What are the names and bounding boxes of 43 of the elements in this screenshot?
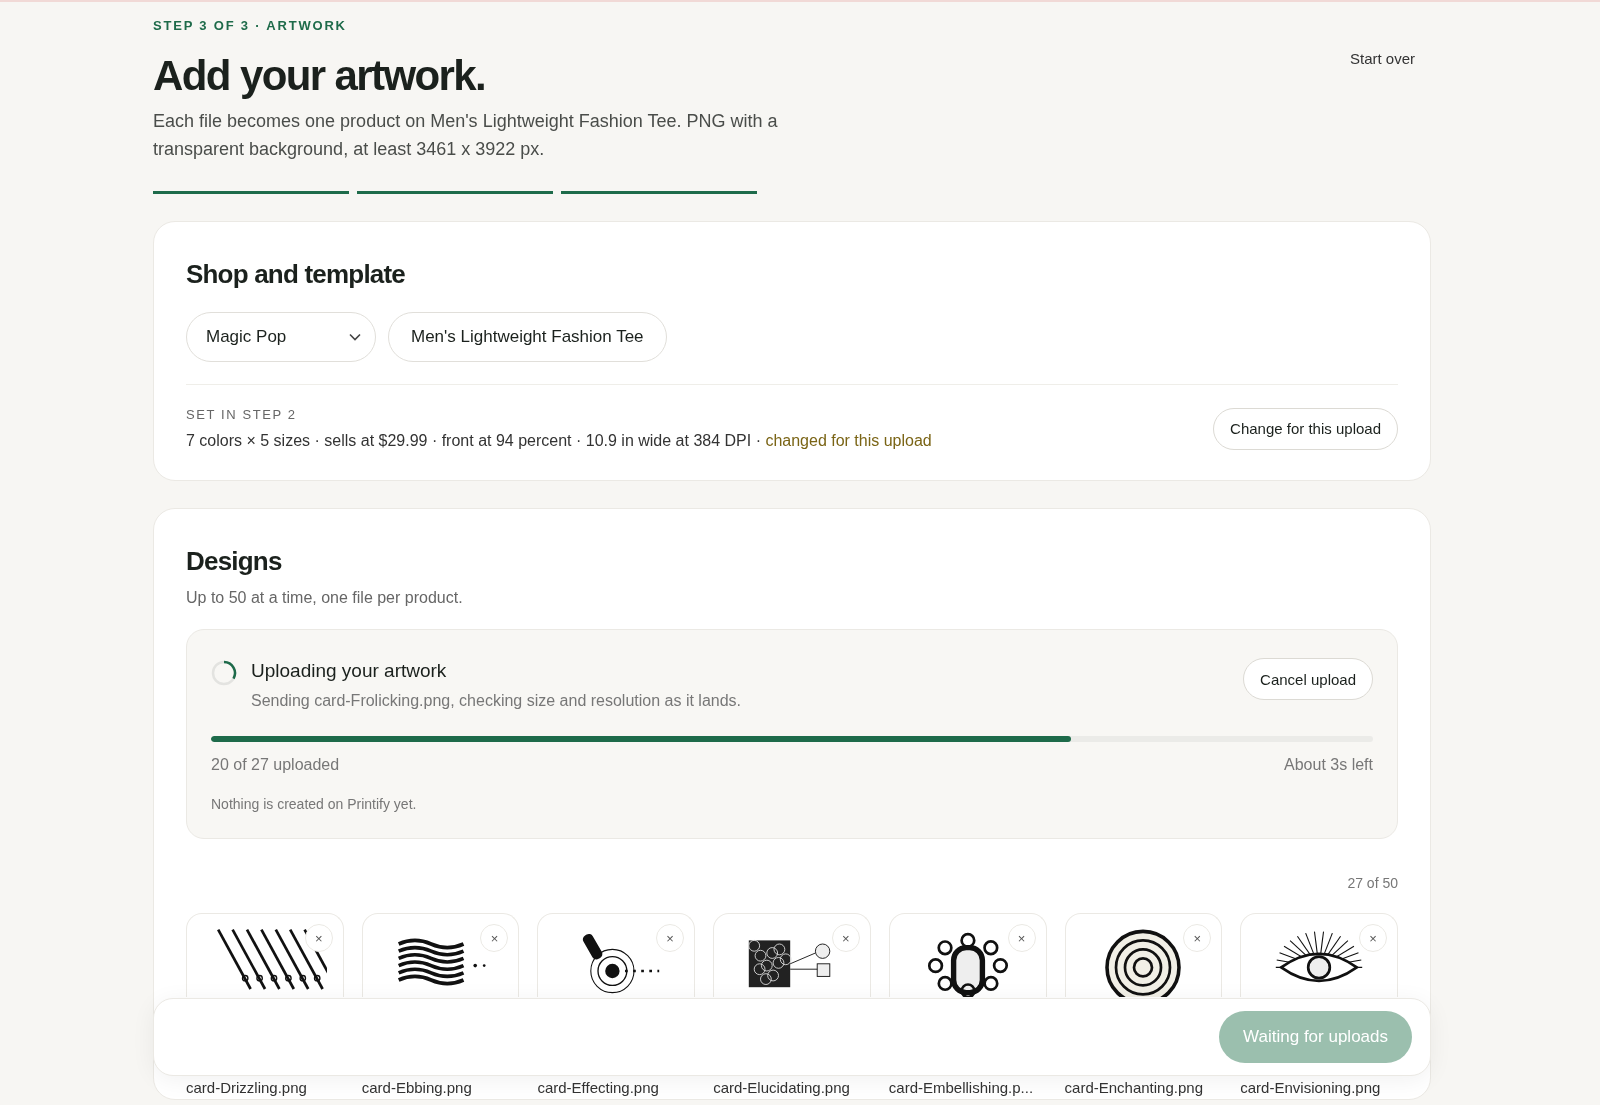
section-heading: Shop and template — [186, 258, 406, 291]
chevron-down-icon — [349, 333, 361, 341]
remove-button[interactable]: × — [304, 924, 333, 952]
start-over-link[interactable]: Start over — [1349, 50, 1415, 67]
file-name: card-Effecting.png — [537, 1079, 660, 1097]
remove-button[interactable]: × — [1359, 924, 1387, 952]
upload-note: Nothing is created on Printify yet. — [211, 796, 418, 812]
file-name: card-Elucidating.png — [713, 1079, 851, 1097]
template-chip[interactable]: Men's Lightweight Fashion Tee — [388, 312, 667, 362]
time-left: About 3s left — [1284, 756, 1373, 774]
step-label: STEP 3 OF 3 · ARTWORK — [153, 18, 348, 33]
file-name: card-Ebbing.png — [361, 1079, 473, 1097]
settings-summary: 7 colors × 5 sizes · sells at $29.99 · front at 94 percent · 10.9 in wide at 384 DPI · changed for this upload — [186, 432, 932, 450]
upload-title: Uploading your artwork — [251, 659, 448, 683]
thumbnail-card[interactable]: × — [888, 913, 1047, 997]
section-subtitle: Up to 50 at a time, one file per product. — [186, 589, 464, 607]
remove-button[interactable]: × — [831, 924, 860, 952]
upload-count: 20 of 27 uploaded — [211, 756, 340, 774]
upload-detail: Sending card-Frolicking.png, checking size and resolution as it lands. — [251, 692, 743, 710]
file-count: 27 of 50 — [1347, 875, 1398, 891]
page-title: Add your artwork. — [153, 51, 487, 101]
changed-link[interactable]: changed for this upload — [765, 432, 932, 449]
spinner-icon — [211, 660, 237, 686]
thumbnail-card[interactable]: × — [537, 913, 696, 997]
file-name: card-Enchanting.png — [1064, 1079, 1204, 1097]
shop-dropdown[interactable]: Magic Pop — [186, 312, 376, 362]
file-name: card-Embellishing.p... — [888, 1079, 1035, 1097]
section-label: SET IN STEP 2 — [186, 407, 298, 422]
cancel-button[interactable]: Cancel upload — [1243, 658, 1373, 700]
thumbnail-card[interactable]: × — [1240, 913, 1398, 997]
thumbnail-card[interactable]: × — [361, 913, 520, 997]
thumbnail-card[interactable]: × — [713, 913, 871, 997]
thumbnail-card[interactable]: × — [1064, 913, 1223, 997]
file-name: card-Envisioning.png — [1240, 1079, 1382, 1097]
remove-button[interactable]: × — [1007, 924, 1036, 952]
change-button[interactable]: Change for this upload — [1213, 407, 1398, 450]
file-name: card-Drizzling.png — [186, 1079, 308, 1097]
thumbnail-card[interactable]: × — [186, 913, 344, 997]
section-heading: Designs — [186, 545, 283, 578]
page-description: Each file becomes one product on Men's Lightweight Fashion Tee. PNG with a transparent background, at least 3461 x 3922 px. — [153, 110, 779, 161]
remove-button[interactable]: × — [656, 924, 685, 952]
remove-button[interactable]: × — [1183, 924, 1212, 952]
remove-button[interactable]: × — [480, 924, 509, 952]
